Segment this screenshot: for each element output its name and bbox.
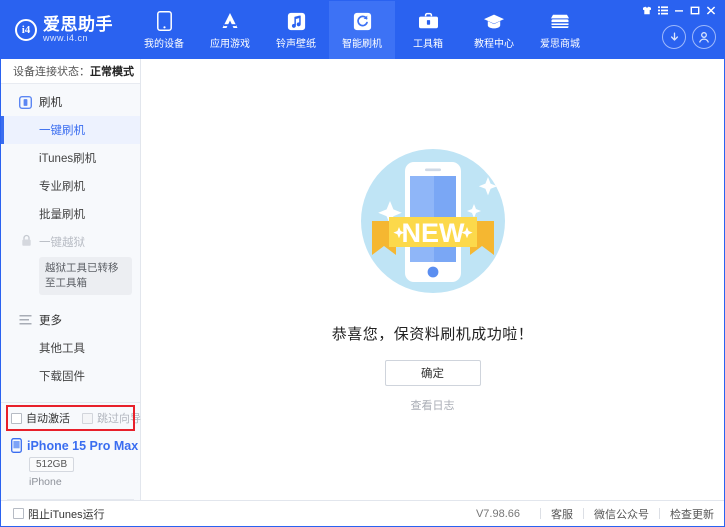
confirm-button[interactable]: 确定 xyxy=(384,360,481,386)
tab-ringtones-wallpapers[interactable]: 铃声壁纸 xyxy=(263,1,329,59)
iphone-icon xyxy=(11,438,22,453)
device-type: iPhone xyxy=(29,476,62,488)
logo-badge-icon: i4 xyxy=(15,19,37,41)
sidebar-item-download-firmware[interactable]: 下载固件 xyxy=(1,362,140,390)
device-capacity: 512GB xyxy=(29,457,75,472)
device-name: iPhone 15 Pro Max xyxy=(27,438,139,453)
header-actions xyxy=(662,25,716,49)
sidebar-item-label: 一键刷机 xyxy=(39,125,85,137)
checkbox-label: 阻止iTunes运行 xyxy=(28,508,105,521)
maximize-button[interactable] xyxy=(687,4,702,17)
version-label: V7.98.66 xyxy=(475,507,520,520)
tab-label: 爱思商城 xyxy=(540,39,580,50)
device-flash-icon xyxy=(18,95,32,109)
sidebar-item-label: 一键越狱 xyxy=(39,237,85,249)
tab-label: 铃声壁纸 xyxy=(276,39,316,50)
sidebar-footer-divider xyxy=(7,499,134,500)
sidebar-item-jailbreak: 一键越狱 xyxy=(1,228,140,256)
footer-separator xyxy=(540,508,541,519)
new-phone-ribbon-illustration: NEW xyxy=(333,129,533,309)
logo-title: 爱思助手 xyxy=(43,15,113,35)
tab-apps-games[interactable]: 应用游戏 xyxy=(197,1,263,59)
auto-activate-checkbox[interactable]: 自动激活 xyxy=(11,410,70,426)
refresh-icon xyxy=(351,10,373,32)
sidebar-item-batch-flash[interactable]: 批量刷机 xyxy=(1,200,140,228)
wechat-official-link[interactable]: 微信公众号 xyxy=(594,506,649,522)
checkbox-label: 跳过向导 xyxy=(97,413,141,425)
music-icon xyxy=(285,10,307,32)
close-button[interactable] xyxy=(703,4,718,17)
footer-separator xyxy=(659,508,660,519)
sidebar-item-pro-flash[interactable]: 专业刷机 xyxy=(1,172,140,200)
tab-toolbox[interactable]: 工具箱 xyxy=(395,1,461,59)
checkbox-box xyxy=(13,508,24,519)
app-body: 设备连接状态： 正常模式 刷机 一键刷机 iTunes刷机 专业刷机 批量刷机 … xyxy=(1,59,724,500)
connection-status-label: 设备连接状态： xyxy=(13,66,90,78)
tab-label: 应用游戏 xyxy=(210,39,250,50)
main-content: NEW 恭喜您，保资料刷机成功啦！ 确定 查看日志 xyxy=(141,59,724,500)
minimize-button[interactable] xyxy=(671,4,686,17)
sidebar-item-label: 批量刷机 xyxy=(39,209,85,221)
sidebar-item-label: 下载固件 xyxy=(39,371,85,384)
checkbox-label: 自动激活 xyxy=(26,413,70,425)
phone-icon xyxy=(153,10,175,32)
sidebar-item-label: 其他工具 xyxy=(39,343,85,356)
sidebar-item-itunes-flash[interactable]: iTunes刷机 xyxy=(1,144,140,172)
sidebar-options: 自动激活 跳过向导 xyxy=(1,402,141,432)
appstore-icon xyxy=(219,10,241,32)
user-account-icon[interactable] xyxy=(692,25,716,49)
sidebar-item-label: 专业刷机 xyxy=(39,181,85,193)
toolbox-icon xyxy=(417,10,439,32)
sidebar-item-label: iTunes刷机 xyxy=(39,153,97,165)
success-message: 恭喜您，保资料刷机成功啦！ xyxy=(331,326,534,343)
list-icon xyxy=(18,313,32,327)
titlebar-controls xyxy=(639,4,718,17)
tab-smart-flash[interactable]: 智能刷机 xyxy=(329,1,395,59)
lock-icon xyxy=(21,234,32,250)
checkbox-box xyxy=(82,412,93,424)
sidebar-group-label: 刷机 xyxy=(39,97,62,109)
sidebar-item-advanced[interactable]: 高级功能 xyxy=(1,390,140,396)
tab-tutorial-center[interactable]: 教程中心 xyxy=(461,1,527,59)
app-header: i4 爱思助手 www.i4.cn 我的设备 应用游戏 铃声壁纸 智能刷机 工具… xyxy=(1,1,724,59)
checkbox-box xyxy=(11,412,22,424)
tab-label: 智能刷机 xyxy=(342,39,382,50)
sidebar-group-flash[interactable]: 刷机 xyxy=(1,88,140,116)
tab-label: 工具箱 xyxy=(413,39,443,50)
tab-store[interactable]: 爱思商城 xyxy=(527,1,593,59)
logo-url: www.i4.cn xyxy=(43,33,89,44)
footer-links: V7.98.66 客服 微信公众号 检查更新 xyxy=(476,506,714,522)
sidebar-nav: 刷机 一键刷机 iTunes刷机 专业刷机 批量刷机 一键越狱 越狱工具已转移至… xyxy=(1,84,140,396)
sidebar-group-more[interactable]: 更多 xyxy=(1,306,140,334)
sidebar-item-other-tools[interactable]: 其他工具 xyxy=(1,334,140,362)
block-itunes-checkbox[interactable]: 阻止iTunes运行 xyxy=(13,506,105,522)
app-window: i4 爱思助手 www.i4.cn 我的设备 应用游戏 铃声壁纸 智能刷机 工具… xyxy=(0,0,725,527)
download-icon[interactable] xyxy=(662,25,686,49)
ribbon-text: NEW xyxy=(401,218,465,248)
tab-label: 教程中心 xyxy=(474,39,514,50)
connection-status-value: 正常模式 xyxy=(90,66,134,78)
footer-separator xyxy=(583,508,584,519)
menu-icon[interactable] xyxy=(655,4,670,17)
connected-device-card[interactable]: iPhone 15 Pro Max 512GB iPhone xyxy=(1,432,140,494)
skin-icon[interactable] xyxy=(639,4,654,17)
sidebar-group-label: 更多 xyxy=(39,315,62,328)
check-update-link[interactable]: 检查更新 xyxy=(670,506,714,522)
sidebar-divider xyxy=(1,299,140,306)
store-icon xyxy=(549,10,571,32)
customer-service-link[interactable]: 客服 xyxy=(551,506,573,522)
main-nav: 我的设备 应用游戏 铃声壁纸 智能刷机 工具箱 教程中心 爱思商城 xyxy=(131,1,593,59)
jailbreak-moved-tooltip: 越狱工具已转移至工具箱 xyxy=(39,257,132,296)
sidebar-item-one-click-flash[interactable]: 一键刷机 xyxy=(1,116,140,144)
sidebar: 设备连接状态： 正常模式 刷机 一键刷机 iTunes刷机 专业刷机 批量刷机 … xyxy=(1,59,141,500)
connection-status: 设备连接状态： 正常模式 xyxy=(1,59,140,84)
tab-my-device[interactable]: 我的设备 xyxy=(131,1,197,59)
graduation-cap-icon xyxy=(483,10,505,32)
skip-setup-checkbox: 跳过向导 xyxy=(82,410,141,426)
view-log-link[interactable]: 查看日志 xyxy=(411,397,455,413)
app-logo[interactable]: i4 爱思助手 www.i4.cn xyxy=(1,1,131,59)
tab-label: 我的设备 xyxy=(144,39,184,50)
status-bar: 阻止iTunes运行 V7.98.66 客服 微信公众号 检查更新 xyxy=(1,500,724,526)
